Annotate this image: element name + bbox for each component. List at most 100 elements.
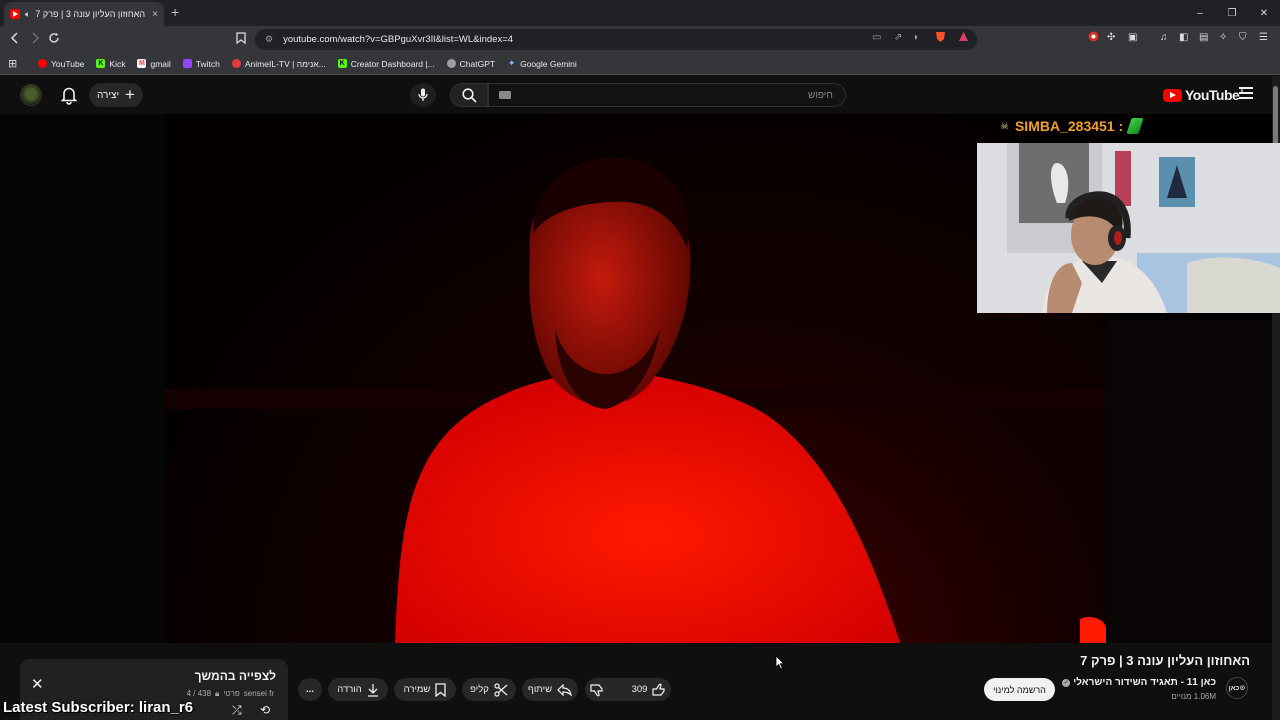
forward-arrow-icon[interactable] [29, 32, 41, 47]
gmail-icon: M [137, 59, 147, 68]
bookmark-twitch[interactable]: Twitch [182, 59, 220, 69]
extension-record-icon[interactable] [1088, 31, 1099, 45]
search-button[interactable] [450, 83, 488, 107]
gemini-icon: ✦ [507, 58, 516, 68]
channel-avatar[interactable]: כאן⊙ [1226, 677, 1248, 699]
bookmark-gmail[interactable]: Mgmail [137, 59, 171, 69]
download-button[interactable]: הורדה [328, 678, 388, 701]
loop-icon[interactable]: ⟲ [260, 703, 270, 717]
playlist-meta: sensei fr פרטי 🔒︎ 4 / 438 [187, 689, 274, 699]
address-text: youtube.com/watch?v=GBPguXvr3Il&list=WL&… [283, 34, 514, 45]
address-bar[interactable]: ⚙︎ youtube.com/watch?v=GBPguXvr3Il&list=… [255, 29, 977, 50]
reload-icon[interactable] [48, 32, 60, 47]
restore-button[interactable]: ❐ [1216, 0, 1248, 26]
speaker-icon[interactable]: 🔈︎ [25, 9, 30, 20]
browser-toolbar: ⚙︎ youtube.com/watch?v=GBPguXvr3Il&list=… [0, 26, 1280, 53]
video-scene-person [165, 157, 1106, 643]
shuffle-icon[interactable]: ⤮ [232, 703, 242, 718]
close-window-button[interactable]: ✕ [1248, 0, 1280, 26]
bookmark-label: AnimeIL-TV | אנימה... [244, 58, 326, 69]
skull-emote-icon: ☠︎ [1000, 120, 1009, 132]
youtube-icon [38, 59, 47, 68]
bookmark-chatgpt[interactable]: ChatGPT [446, 58, 496, 69]
voice-search-mic-icon[interactable] [410, 83, 436, 107]
guide-menu-icon[interactable] [1239, 87, 1253, 101]
youtube-play-icon [1163, 88, 1182, 102]
screenshot-icon[interactable]: ▣ [1128, 32, 1137, 43]
leo-ai-icon[interactable]: ✧ [1219, 32, 1227, 43]
playlist-owner[interactable]: sensei fr [244, 689, 274, 699]
stream-cam-username: ☠︎ SIMBA_283451 : [1000, 118, 1144, 134]
more-actions-button[interactable]: ... [298, 678, 322, 701]
bookmark-label: ChatGPT [459, 58, 496, 69]
like-button[interactable]: 309 [623, 678, 676, 701]
streamer-webcam [977, 143, 1280, 313]
back-arrow-icon[interactable] [9, 32, 21, 47]
wallet-icon[interactable]: ▤ [1199, 32, 1208, 43]
video-frame [165, 114, 1106, 643]
youtube-logo[interactable]: YouTube IL [1163, 87, 1245, 103]
search-placeholder: חיפוש [808, 89, 833, 101]
plus-icon: + [125, 85, 135, 104]
scrollbar-thumb[interactable] [1273, 86, 1278, 146]
share-button[interactable]: שיתוף [522, 678, 578, 701]
minimize-button[interactable]: – [1184, 0, 1216, 26]
webcam-scene [977, 143, 1280, 313]
video-title: האחוזון העליון עונה 3 | פרק 7 [1080, 653, 1250, 668]
mouse-cursor-icon [775, 655, 785, 670]
notifications-bell-icon[interactable] [60, 85, 78, 105]
clip-button[interactable]: קליפ [462, 678, 516, 701]
bookmark-youtube[interactable]: YouTube [38, 59, 84, 69]
share-arrow-icon [557, 683, 572, 696]
lock-icon: 🔒︎ [215, 689, 220, 698]
close-playlist-icon[interactable]: ✕ [31, 675, 44, 693]
cam-username-text: SIMBA_283451 : [1014, 118, 1124, 134]
create-label: יצירה [97, 89, 120, 101]
subscriber-count: 1.06M מנויים [1171, 692, 1216, 701]
animeil-icon [231, 59, 241, 68]
tab-close-icon[interactable]: × [152, 9, 158, 20]
chatgpt-icon [446, 59, 456, 68]
browser-menu-icon[interactable]: ☰ [1259, 32, 1268, 43]
channel-name[interactable]: כאן 11 - תאגיד השידור הישראלי ✓ [1062, 677, 1216, 688]
search-input[interactable]: חיפוש [488, 83, 846, 107]
like-dislike-segment: 309 [585, 678, 671, 701]
brave-rewards-icon[interactable] [958, 31, 969, 45]
bookmark-gemini[interactable]: ✦ Google Gemini [507, 59, 577, 69]
browser-tab-active[interactable]: 🔈︎ האחוזון העליון עונה 3 | פרק 7 × [4, 2, 164, 26]
thumbs-up-icon [652, 683, 666, 696]
keyboard-icon[interactable] [499, 91, 511, 99]
save-button[interactable]: שמירה [394, 678, 456, 701]
brave-shield-icon[interactable] [935, 31, 946, 46]
search-icon [461, 87, 477, 103]
create-button[interactable]: יצירה + [89, 83, 143, 107]
sidebar-icon[interactable]: ◧ [1179, 32, 1188, 43]
bookmark-label: Kick [109, 58, 126, 69]
user-avatar[interactable] [20, 84, 42, 106]
more-dots-icon: ... [306, 684, 314, 695]
bookmark-page-icon[interactable] [236, 32, 246, 47]
dislike-button[interactable] [581, 678, 613, 701]
new-tab-button[interactable]: + [171, 4, 179, 20]
site-info-icon[interactable]: ⚙︎ [265, 34, 273, 45]
cast-icon[interactable]: ▭ [872, 32, 881, 43]
bookmark-kick[interactable]: K Kick [96, 59, 125, 69]
browser-tab-strip: 🔈︎ האחוזון העליון עונה 3 | פרק 7 × + – ❐… [0, 0, 1280, 26]
bookmark-animeil[interactable]: AnimeIL-TV | אנימה... [231, 58, 326, 69]
extensions-puzzle-icon[interactable]: ✣ [1107, 32, 1115, 43]
player-letterbox-right [1106, 320, 1272, 643]
bookmark-creator-dashboard[interactable]: K Creator Dashboard |... [337, 59, 435, 69]
twitch-icon [182, 59, 192, 68]
media-controls-icon[interactable]: ♫ [1160, 32, 1168, 43]
vpn-shield-icon[interactable]: ⛉ [1239, 32, 1247, 43]
bookmark-label: Google Gemini [520, 58, 577, 69]
youtube-favicon-icon [10, 9, 20, 19]
channel-name-text: כאן 11 - תאגיד השידור הישראלי [1073, 677, 1216, 688]
rss-icon[interactable]: ◗ [913, 32, 919, 43]
playlist-title[interactable]: לצפייה בהמשך [195, 669, 276, 683]
youtube-header: יצירה + חיפוש YouTube IL [0, 76, 1272, 114]
apps-grid-icon[interactable]: ⊞ [8, 57, 22, 70]
subscribe-button[interactable]: הרשמה למינוי [984, 678, 1055, 701]
share-page-icon[interactable]: ⇗ [894, 32, 902, 43]
like-count: 309 [631, 684, 648, 695]
